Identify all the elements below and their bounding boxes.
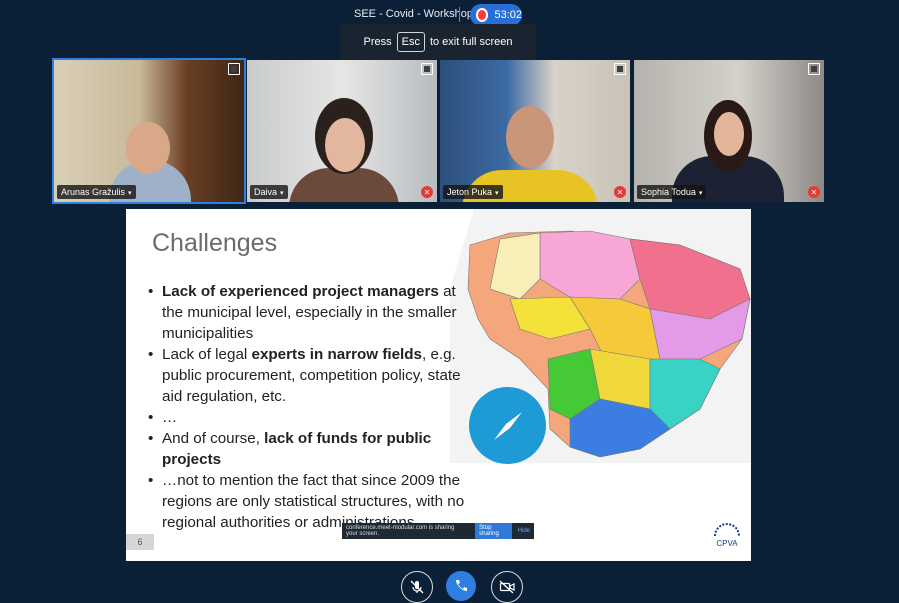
- meeting-title: SEE - Covid - Workshop: [354, 8, 474, 20]
- logo: CPVA: [712, 523, 742, 549]
- participant-tile-1[interactable]: Arunas Gražulis ▾: [52, 58, 246, 204]
- recording-time: 53:02: [494, 9, 522, 21]
- bullet-item: And of course, lack of funds for public …: [148, 428, 466, 470]
- participant-face: [325, 118, 365, 172]
- mic-muted-icon: ✕: [808, 186, 820, 198]
- top-bar: SEE - Covid - Workshop 53:02: [0, 4, 899, 26]
- record-icon: [476, 8, 489, 22]
- camera-off-icon: [499, 580, 515, 594]
- participant-tile-3[interactable]: Jeton Puka ▾ ✕: [440, 60, 630, 202]
- participant-face: [714, 112, 744, 156]
- hint-prefix: Press: [363, 36, 392, 48]
- mic-off-icon: [410, 580, 424, 594]
- hide-button[interactable]: Hide: [518, 528, 530, 534]
- participant-name-tag[interactable]: Sophia Todua ▾: [637, 185, 707, 199]
- participant-name-tag[interactable]: Jeton Puka ▾: [443, 185, 503, 199]
- chevron-down-icon: ▾: [280, 190, 284, 197]
- bullet-item: Lack of legal experts in narrow fields, …: [148, 344, 466, 407]
- share-message: conference.meet-modular.com is sharing y…: [346, 525, 455, 537]
- compass-needle: [493, 411, 522, 440]
- logo-arc-icon: [714, 523, 740, 537]
- camera-button[interactable]: [491, 571, 523, 603]
- chevron-down-icon: ▾: [698, 190, 703, 197]
- expand-icon[interactable]: [228, 63, 240, 75]
- hang-up-button[interactable]: [446, 571, 476, 601]
- chevron-down-icon: ▾: [128, 190, 132, 197]
- bullet-item: Lack of experienced project managers at …: [148, 281, 466, 344]
- screen-share-notice: conference.meet-modular.com is sharing y…: [342, 523, 534, 539]
- phone-icon: [456, 580, 467, 591]
- participant-name-tag[interactable]: Arunas Gražulis ▾: [57, 185, 136, 199]
- expand-icon[interactable]: [614, 63, 626, 75]
- participant-tile-4[interactable]: Sophia Todua ▾ ✕: [634, 60, 824, 202]
- microphone-button[interactable]: [401, 571, 433, 603]
- slide-title: Challenges: [152, 229, 278, 257]
- divider: [459, 7, 460, 22]
- stop-sharing-button[interactable]: Stop sharing: [475, 523, 512, 539]
- mic-muted-icon: ✕: [614, 186, 626, 198]
- participant-face: [506, 106, 554, 168]
- logo-text: CPVA: [716, 539, 738, 548]
- slide-page-number: 6: [126, 534, 154, 550]
- participant-name-tag[interactable]: Daiva ▾: [250, 185, 288, 199]
- expand-icon[interactable]: [808, 63, 820, 75]
- chevron-down-icon: ▾: [495, 190, 499, 197]
- expand-icon[interactable]: [421, 63, 433, 75]
- recording-indicator[interactable]: 53:02: [470, 4, 522, 26]
- hint-suffix: to exit full screen: [429, 36, 513, 48]
- shared-screen: Challenges Lack of experienced project m…: [126, 209, 751, 561]
- bullet-item: …: [148, 407, 466, 428]
- participant-tile-2[interactable]: Daiva ▾ ✕: [247, 60, 437, 202]
- call-controls: [0, 568, 899, 603]
- fullscreen-hint: Press Esc to exit full screen: [340, 24, 536, 60]
- bullet-list: Lack of experienced project managers at …: [148, 281, 466, 533]
- participant-face: [126, 122, 170, 174]
- mic-muted-icon: ✕: [421, 186, 433, 198]
- esc-key: Esc: [396, 32, 425, 52]
- compass-icon: [469, 387, 546, 464]
